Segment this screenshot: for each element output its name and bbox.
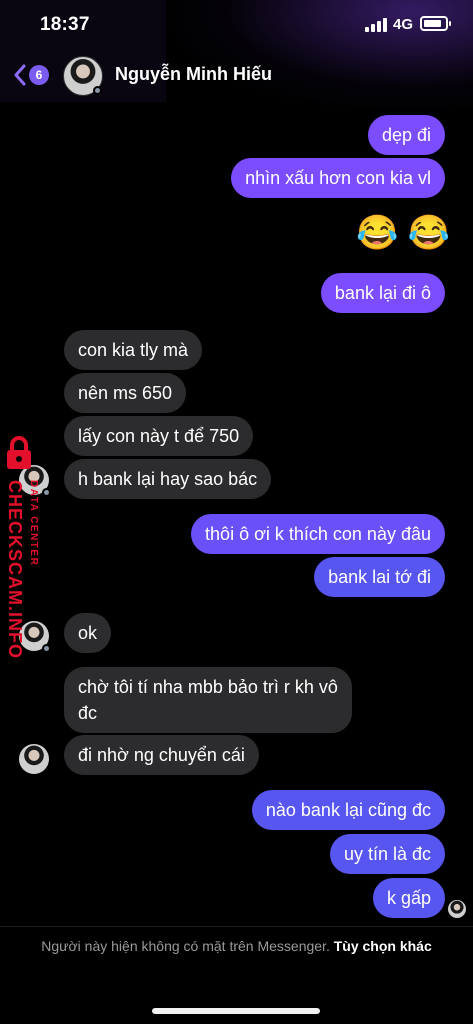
message-bubble-received[interactable]: ok <box>64 613 112 653</box>
message-bubble-received[interactable]: đi nhờ ng chuyển cái <box>64 735 259 775</box>
sender-avatar[interactable] <box>19 744 49 774</box>
message-bubble-sent[interactable]: nhìn xấu hơn con kia vl <box>231 158 445 198</box>
message-bubble-received[interactable]: nên ms 650 <box>64 373 187 413</box>
home-indicator[interactable] <box>152 1008 320 1014</box>
unread-badge: 6 <box>29 65 49 85</box>
seen-receipt-avatar <box>448 900 466 918</box>
emoji-message[interactable]: 😂 😂 <box>356 213 450 253</box>
contact-name[interactable]: Nguyễn Minh Hiếu <box>115 64 272 85</box>
message-bubble-sent[interactable]: thôi ô ơi k thích con này đâu <box>191 514 445 554</box>
status-dot <box>93 86 102 95</box>
unavailable-notice: Người này hiện không có mặt trên Messeng… <box>30 936 443 957</box>
message-bubble-received[interactable]: lấy con này t để 750 <box>64 416 254 456</box>
message-bubble-sent[interactable]: bank lại đi ô <box>320 273 445 313</box>
network-type: 4G <box>393 16 414 33</box>
message-bubble-sent[interactable]: nào bank lại cũng đc <box>251 790 445 830</box>
message-bubble-sent[interactable]: k gấp <box>372 878 445 918</box>
message-bubble-sent[interactable]: dẹp đi <box>367 115 445 155</box>
lock-icon <box>7 436 31 469</box>
watermark-subtext: DATA CENTER <box>28 480 39 567</box>
message-bubble-received[interactable]: chờ tôi tí nha mbb bảo trì r kh vô đc <box>64 667 352 733</box>
status-bar: 18:37 4G <box>0 0 473 50</box>
battery-icon <box>420 16 451 31</box>
message-bubble-received[interactable]: h bank lại hay sao bác <box>64 459 272 499</box>
notice-text: Người này hiện không có mặt trên Messeng… <box>41 938 330 954</box>
chevron-left-icon <box>14 64 26 86</box>
message-bubble-received[interactable]: con kia tly mà <box>64 330 203 370</box>
more-options-link[interactable]: Tùy chọn khác <box>334 938 432 954</box>
message-bubble-sent[interactable]: bank lai tớ đi <box>314 557 445 597</box>
conversation-header: 6 Nguyễn Minh Hiếu <box>0 50 473 102</box>
divider <box>0 926 473 927</box>
watermark-text: CHECKSCAM.INFO <box>5 480 25 659</box>
checkscam-watermark: CHECKSCAM.INFO DATA CENTER <box>4 436 50 666</box>
signal-icon <box>365 18 387 32</box>
message-bubble-sent[interactable]: uy tín là đc <box>329 834 445 874</box>
back-button[interactable]: 6 <box>10 62 52 88</box>
status-time: 18:37 <box>40 14 90 35</box>
